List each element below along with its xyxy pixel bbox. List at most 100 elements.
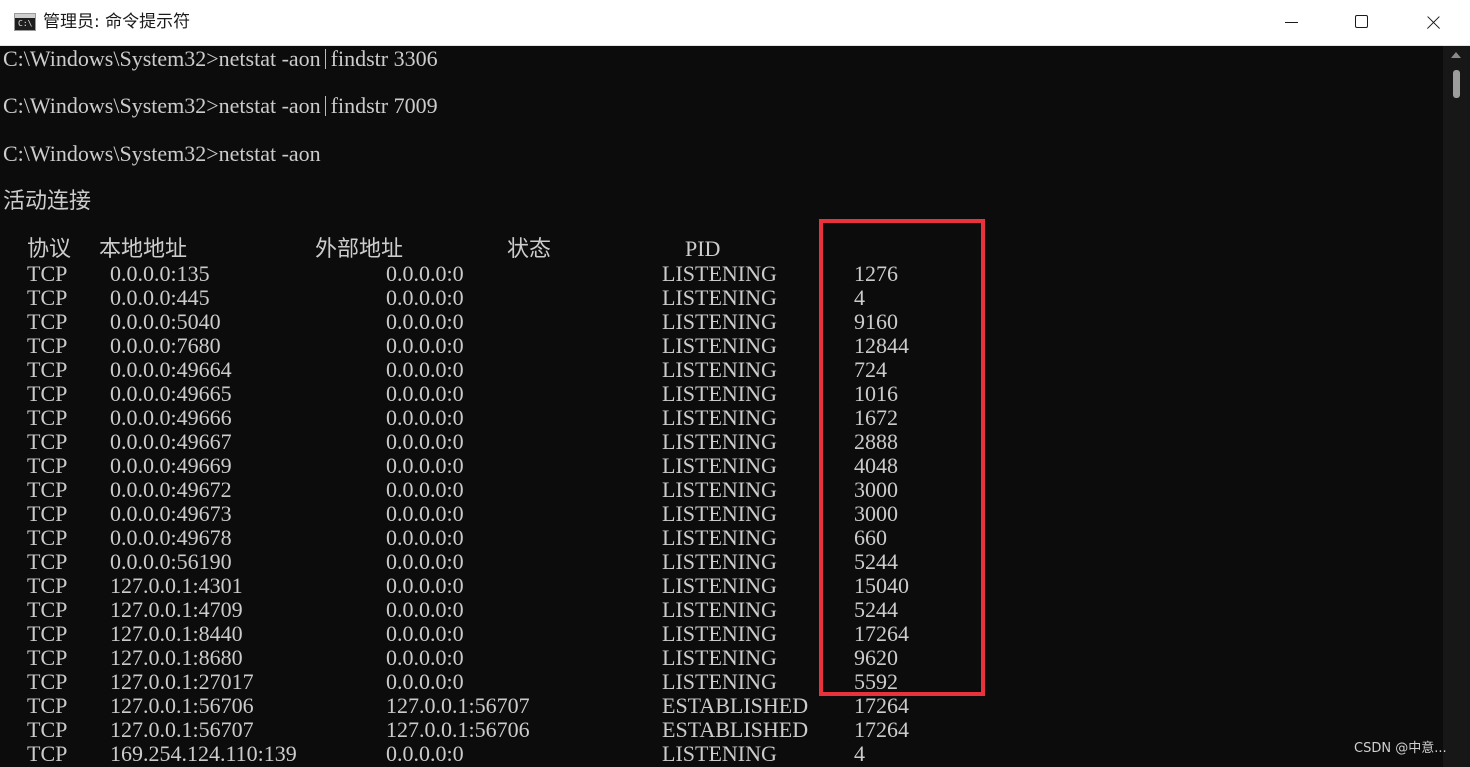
row-state: LISTENING xyxy=(662,477,777,502)
row-proto: TCP xyxy=(27,717,68,742)
row-state: LISTENING xyxy=(662,597,777,622)
row-proto: TCP xyxy=(27,429,68,454)
row-state: LISTENING xyxy=(662,573,777,598)
header-state: 状态 xyxy=(507,236,552,261)
row-state: LISTENING xyxy=(662,405,777,430)
row-local-address: 0.0.0.0:49673 xyxy=(110,501,232,526)
pid-highlight-box xyxy=(819,219,985,696)
row-state: LISTENING xyxy=(662,357,777,382)
minimize-button[interactable] xyxy=(1256,0,1326,45)
row-local-address: 0.0.0.0:445 xyxy=(110,285,210,310)
row-proto: TCP xyxy=(27,405,68,430)
row-proto: TCP xyxy=(27,573,68,598)
window-title: 管理员: 命令提示符 xyxy=(43,12,191,32)
row-pid: 4 xyxy=(854,741,865,766)
command-prompt-icon[interactable]: C:\ xyxy=(14,13,36,31)
row-foreign-address: 0.0.0.0:0 xyxy=(386,477,464,502)
row-foreign-address: 0.0.0.0:0 xyxy=(386,381,464,406)
row-local-address: 0.0.0.0:49667 xyxy=(110,429,232,454)
row-foreign-address: 0.0.0.0:0 xyxy=(386,309,464,334)
row-foreign-address: 0.0.0.0:0 xyxy=(386,645,464,670)
row-proto: TCP xyxy=(27,477,68,502)
row-proto: TCP xyxy=(27,501,68,526)
row-foreign-address: 0.0.0.0:0 xyxy=(386,549,464,574)
row-foreign-address: 127.0.0.1:56707 xyxy=(386,693,530,718)
title-bar: C:\ 管理员: 命令提示符 xyxy=(0,0,1470,46)
row-foreign-address: 0.0.0.0:0 xyxy=(386,597,464,622)
vertical-scrollbar[interactable] xyxy=(1443,46,1470,767)
row-state: ESTABLISHED xyxy=(662,693,809,718)
row-proto: TCP xyxy=(27,549,68,574)
row-proto: TCP xyxy=(27,621,68,646)
row-local-address: 0.0.0.0:49664 xyxy=(110,357,232,382)
row-foreign-address: 0.0.0.0:0 xyxy=(386,525,464,550)
row-local-address: 0.0.0.0:135 xyxy=(110,261,210,286)
row-state: LISTENING xyxy=(662,453,777,478)
command-line: C:\Windows\System32>netstat -aon findstr … xyxy=(3,94,438,118)
row-foreign-address: 0.0.0.0:0 xyxy=(386,405,464,430)
row-proto: TCP xyxy=(27,525,68,550)
command-filter: findstr 3306 xyxy=(330,46,438,71)
row-foreign-address: 0.0.0.0:0 xyxy=(386,453,464,478)
row-proto: TCP xyxy=(27,597,68,622)
row-pid: 17264 xyxy=(854,693,909,718)
command-line: C:\Windows\System32>netstat -aon xyxy=(3,142,321,166)
pipe-char xyxy=(324,96,326,116)
row-local-address: 127.0.0.1:56707 xyxy=(110,717,254,742)
row-foreign-address: 0.0.0.0:0 xyxy=(386,261,464,286)
row-state: LISTENING xyxy=(662,525,777,550)
row-local-address: 127.0.0.1:4301 xyxy=(110,573,243,598)
row-proto: TCP xyxy=(27,357,68,382)
row-foreign-address: 0.0.0.0:0 xyxy=(386,573,464,598)
header-foreign-address: 外部地址 xyxy=(315,236,404,261)
row-local-address: 0.0.0.0:49678 xyxy=(110,525,232,550)
row-proto: TCP xyxy=(27,381,68,406)
app-icon-text: C:\ xyxy=(18,19,33,28)
row-foreign-address: 0.0.0.0:0 xyxy=(386,285,464,310)
row-state: LISTENING xyxy=(662,285,777,310)
row-local-address: 0.0.0.0:49672 xyxy=(110,477,232,502)
row-local-address: 169.254.124.110:139 xyxy=(110,741,297,766)
close-button[interactable] xyxy=(1398,0,1468,45)
row-proto: TCP xyxy=(27,309,68,334)
row-pid: 17264 xyxy=(854,717,909,742)
row-local-address: 0.0.0.0:56190 xyxy=(110,549,232,574)
row-local-address: 127.0.0.1:8680 xyxy=(110,645,243,670)
scroll-up-arrow-icon[interactable] xyxy=(1451,52,1461,58)
command-text: C:\Windows\System32>netstat -aon xyxy=(3,93,321,118)
console-output[interactable]: C:\Windows\System32>netstat -aon findstr … xyxy=(0,46,1443,767)
row-state: LISTENING xyxy=(662,669,777,694)
maximize-button[interactable] xyxy=(1326,0,1396,45)
pipe-char xyxy=(324,49,326,69)
header-pid: PID xyxy=(685,236,721,261)
row-state: LISTENING xyxy=(662,549,777,574)
watermark: CSDN @中意... xyxy=(1354,741,1447,756)
row-state: LISTENING xyxy=(662,333,777,358)
row-proto: TCP xyxy=(27,261,68,286)
row-state: LISTENING xyxy=(662,741,777,766)
row-local-address: 127.0.0.1:56706 xyxy=(110,693,254,718)
row-proto: TCP xyxy=(27,285,68,310)
row-local-address: 0.0.0.0:5040 xyxy=(110,309,221,334)
scroll-thumb[interactable] xyxy=(1453,70,1460,98)
row-local-address: 127.0.0.1:8440 xyxy=(110,621,243,646)
row-proto: TCP xyxy=(27,669,68,694)
row-foreign-address: 0.0.0.0:0 xyxy=(386,741,464,766)
row-local-address: 127.0.0.1:4709 xyxy=(110,597,243,622)
row-local-address: 0.0.0.0:7680 xyxy=(110,333,221,358)
row-proto: TCP xyxy=(27,453,68,478)
row-state: LISTENING xyxy=(662,261,777,286)
row-state: LISTENING xyxy=(662,429,777,454)
command-text: C:\Windows\System32>netstat -aon xyxy=(3,46,321,71)
row-foreign-address: 0.0.0.0:0 xyxy=(386,357,464,382)
row-state: LISTENING xyxy=(662,645,777,670)
header-proto: 协议 xyxy=(27,236,72,261)
section-title: 活动连接 xyxy=(3,188,92,213)
row-foreign-address: 0.0.0.0:0 xyxy=(386,669,464,694)
row-state: LISTENING xyxy=(662,309,777,334)
command-text: C:\Windows\System32>netstat -aon xyxy=(3,141,321,166)
row-proto: TCP xyxy=(27,741,68,766)
row-local-address: 0.0.0.0:49666 xyxy=(110,405,232,430)
row-state: LISTENING xyxy=(662,621,777,646)
row-foreign-address: 127.0.0.1:56706 xyxy=(386,717,530,742)
